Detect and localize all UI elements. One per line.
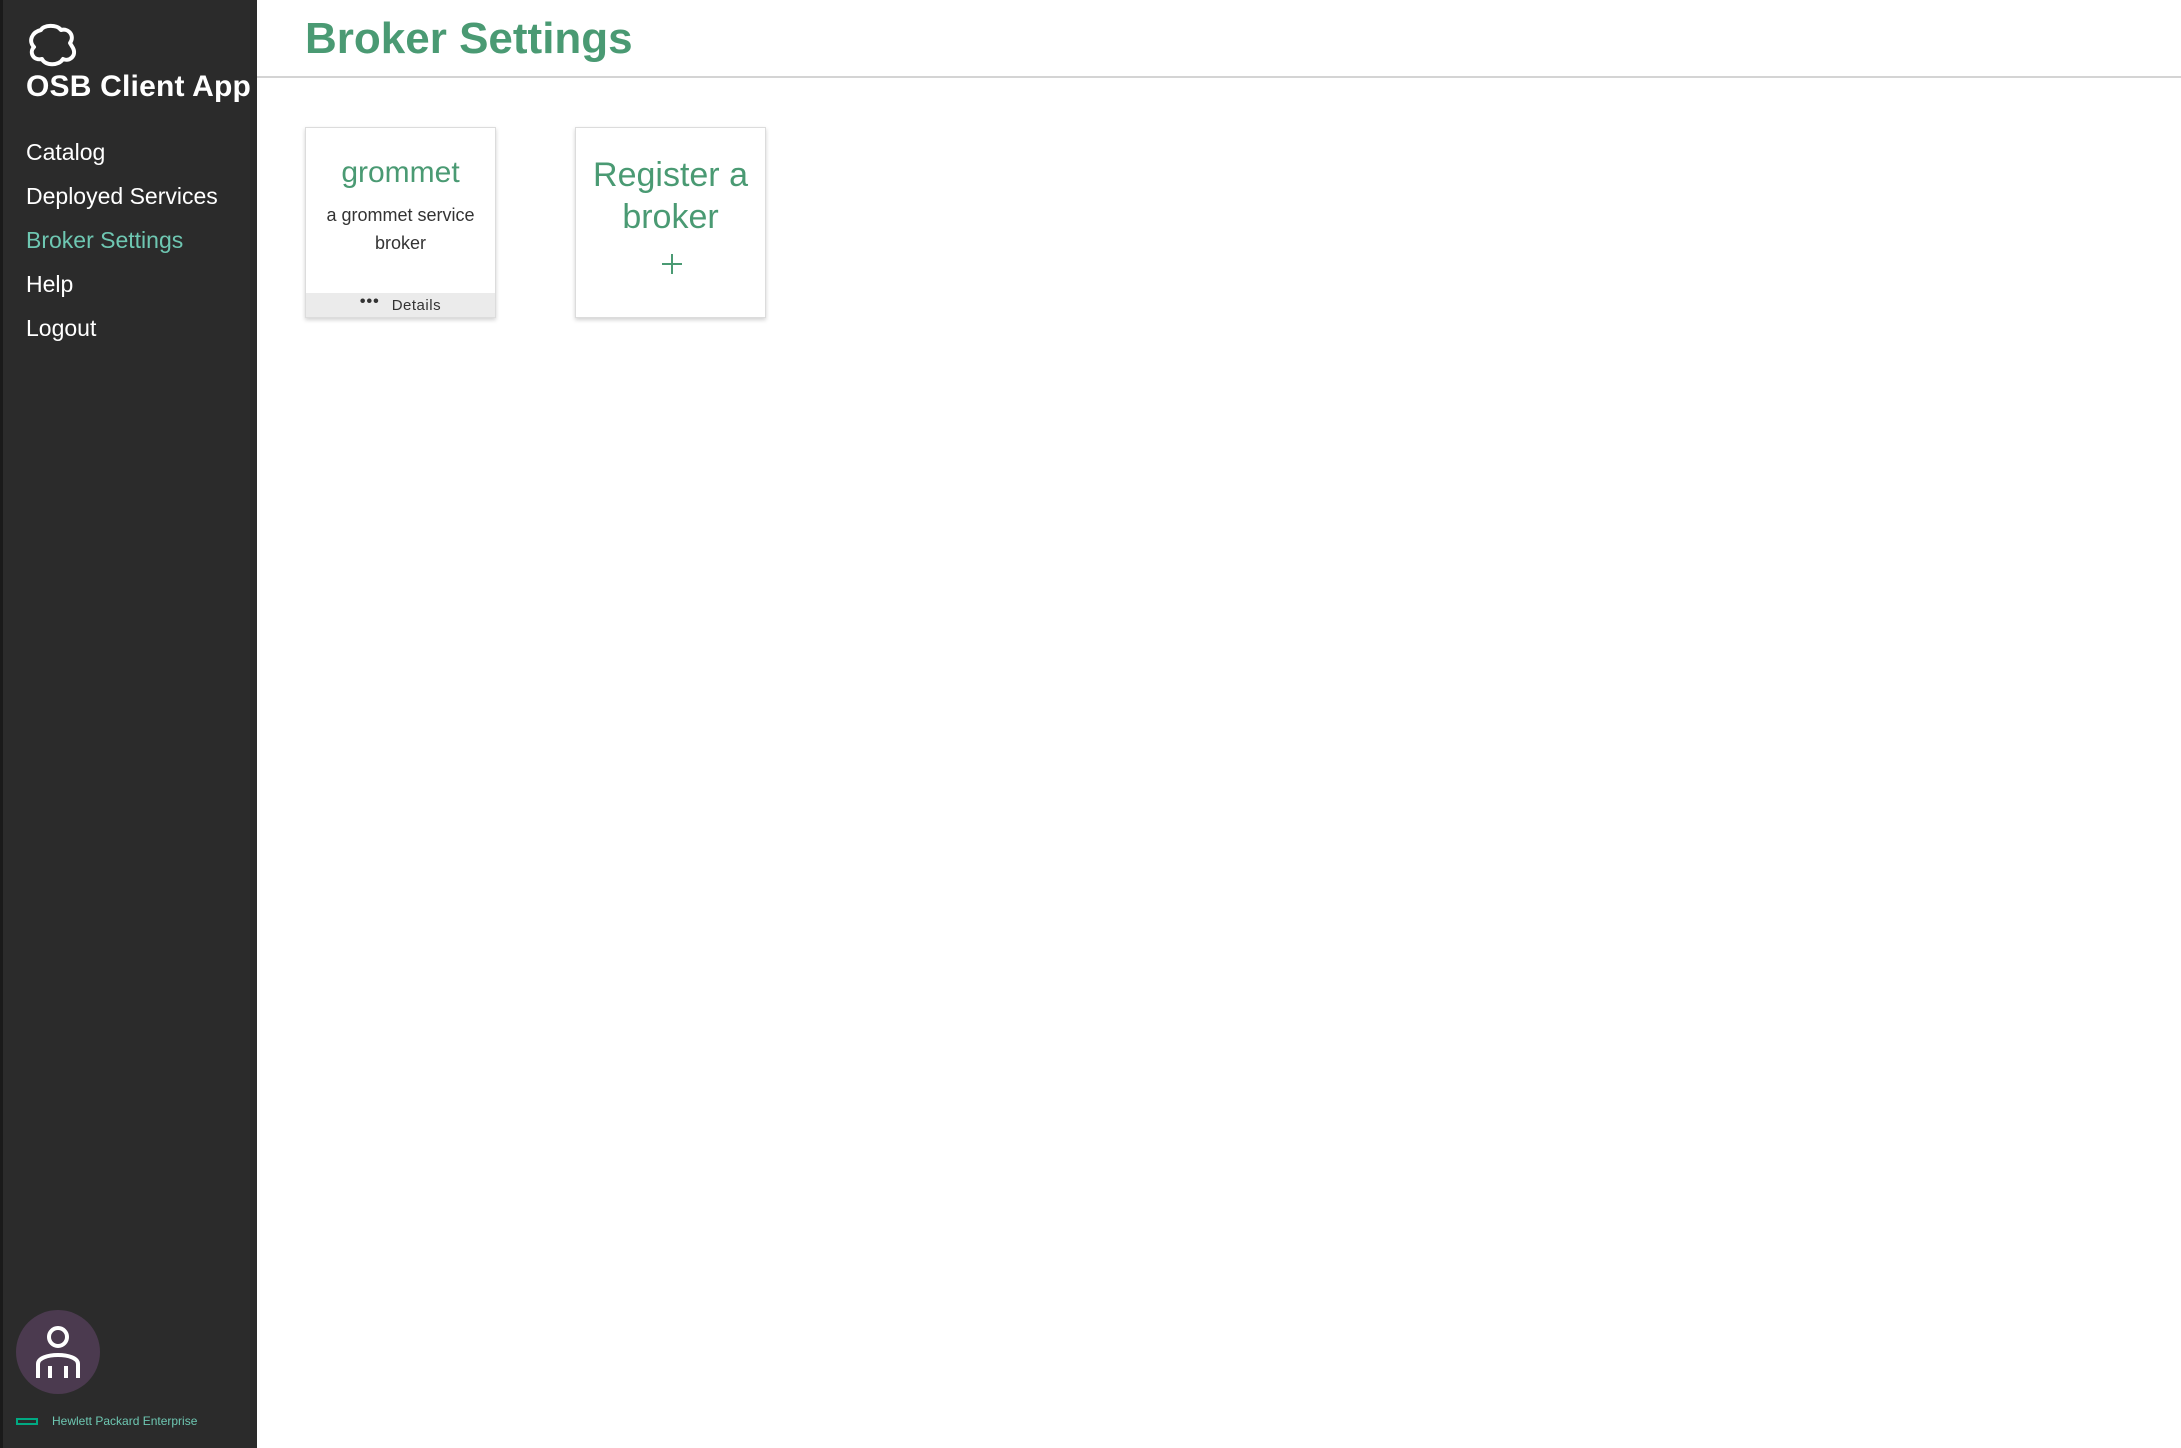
- hpe-brand-text: Hewlett Packard Enterprise: [52, 1414, 198, 1428]
- app-title: OSB Client App: [26, 70, 252, 103]
- page-title: Broker Settings: [305, 14, 633, 63]
- page-header: Broker Settings: [257, 0, 2181, 78]
- sidebar: OSB Client App Catalog Deployed Services…: [0, 0, 257, 1448]
- broker-details-button[interactable]: ••• Details: [306, 293, 495, 317]
- broker-name: grommet: [341, 156, 460, 189]
- plus-icon: [662, 254, 682, 274]
- broker-description: a grommet service broker: [326, 205, 475, 253]
- more-dots-icon: •••: [359, 293, 380, 310]
- app-root: OSB Client App Catalog Deployed Services…: [0, 0, 2181, 1448]
- register-broker-label: Register a broker: [593, 156, 748, 236]
- sidebar-nav: Catalog Deployed Services Broker Setting…: [26, 134, 218, 354]
- sidebar-item-help[interactable]: Help: [26, 266, 218, 310]
- broker-card-grommet[interactable]: grommet a grommet service broker ••• Det…: [305, 127, 496, 318]
- register-broker-card[interactable]: Register a broker: [575, 127, 766, 318]
- hpe-logo: Hewlett Packard Enterprise: [16, 1414, 197, 1428]
- cloud-icon: [29, 23, 76, 67]
- user-avatar-button[interactable]: [16, 1310, 100, 1394]
- details-label: Details: [391, 296, 442, 314]
- sidebar-item-broker-settings[interactable]: Broker Settings: [26, 222, 218, 266]
- sidebar-item-logout[interactable]: Logout: [26, 310, 218, 354]
- sidebar-item-deployed-services[interactable]: Deployed Services: [26, 178, 218, 222]
- hpe-mark-icon: [16, 1417, 38, 1425]
- user-icon: [36, 1326, 80, 1378]
- sidebar-item-catalog[interactable]: Catalog: [26, 134, 218, 178]
